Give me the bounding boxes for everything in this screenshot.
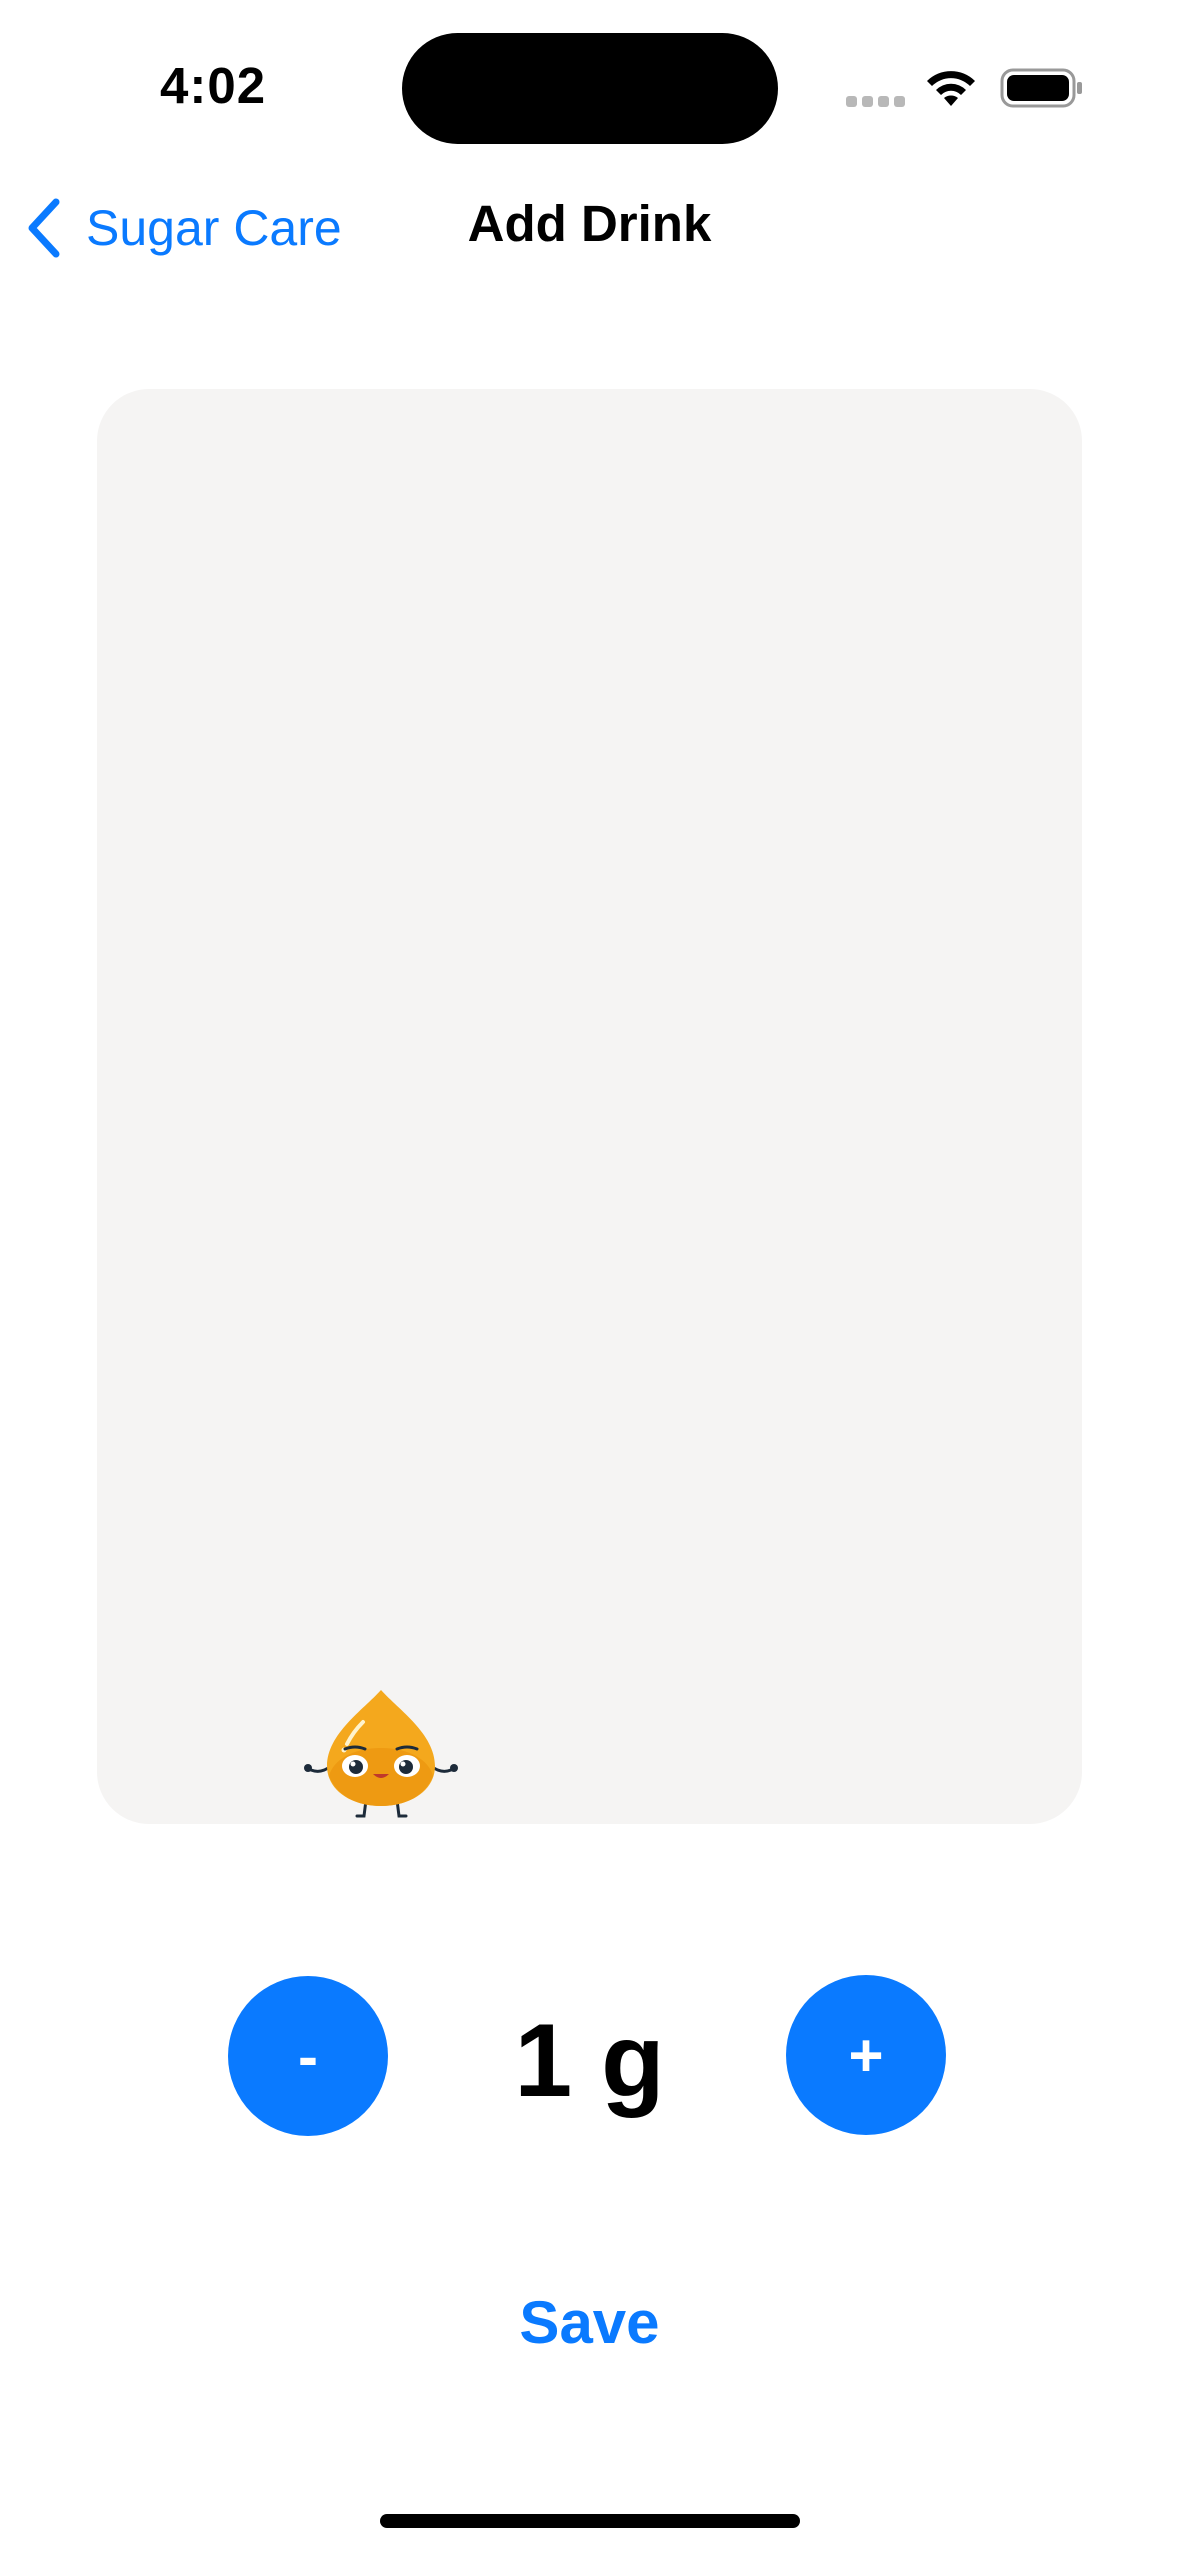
dynamic-island <box>402 33 778 144</box>
status-time: 4:02 <box>160 57 267 114</box>
sugar-drop-mascot-icon <box>304 1690 458 1818</box>
save-button[interactable]: Save <box>0 2288 1179 2357</box>
increment-button[interactable]: + <box>786 1975 946 2135</box>
home-indicator[interactable] <box>380 2514 800 2528</box>
increment-button-label: + <box>848 2021 884 2089</box>
add-drink-screen: 4:02 Sugar Care Add Drink - 1 g + Save <box>0 0 1179 2556</box>
sugar-amount-value: 1 g <box>514 2003 665 2119</box>
page-title: Add Drink <box>467 195 712 252</box>
battery-icon <box>1000 68 1082 108</box>
drink-canvas-card <box>97 389 1082 1824</box>
signal-dots-icon <box>846 96 906 108</box>
wifi-icon <box>927 71 975 106</box>
